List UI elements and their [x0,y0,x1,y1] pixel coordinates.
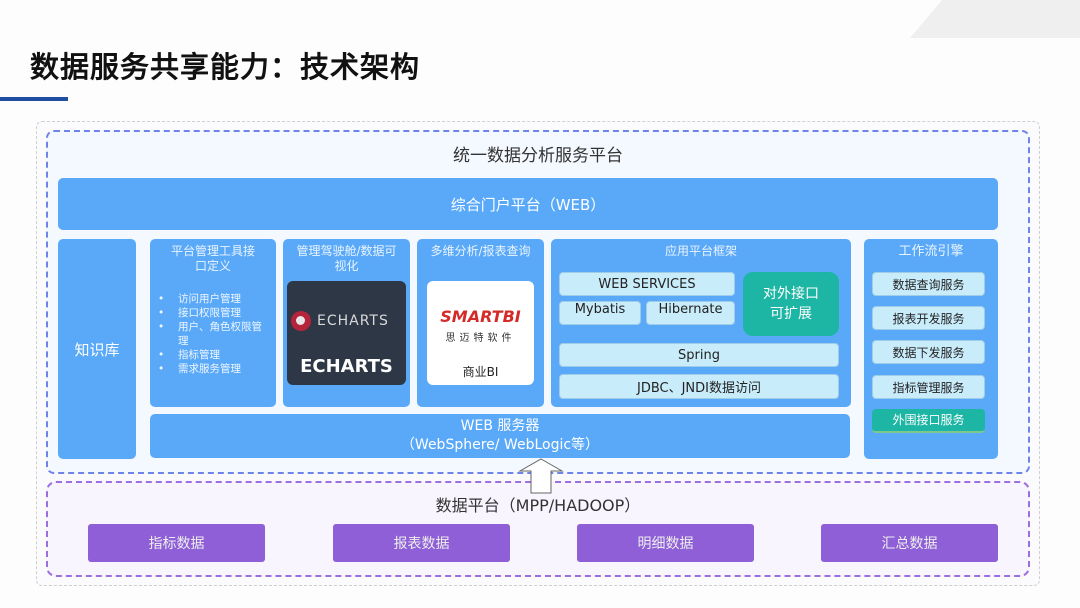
title-underline [0,97,68,101]
echarts-card: ECHARTS ECHARTS [287,281,406,385]
workflow-item: 指标管理服务 [872,375,985,399]
workflow-item-highlighted: 外围接口服务 [872,409,985,433]
list-item: 指标管理 [158,348,266,362]
analysis-heading: 多维分析/报表查询 [430,244,531,258]
portal-platform: 综合门户平台（WEB） [58,178,998,230]
up-arrow-icon [518,458,564,494]
knowledge-base: 知识库 [58,239,136,459]
list-item: 用户、角色权限管理 [158,320,266,348]
extensible-interface-box: 对外接口可扩展 [743,272,839,336]
app-framework-panel: 应用平台框架 WEB SERVICES Mybatis Hibernate 对外… [551,239,851,407]
platform-tools-panel: 平台管理工具接口定义 访问用户管理 接口权限管理 用户、角色权限管理 指标管理 … [150,239,276,407]
echarts-logo: ECHARTS [291,311,389,331]
spring-box: Spring [559,343,839,367]
page-title: 数据服务共享能力：技术架构 [30,50,421,84]
list-item: 接口权限管理 [158,306,266,320]
workflow-item: 数据下发服务 [872,340,985,364]
app-framework-heading: 应用平台框架 [664,244,737,258]
smartbi-label: 商业BI [462,365,499,379]
list-item: 需求服务管理 [158,362,266,376]
data-item: 报表数据 [333,524,510,562]
data-item: 指标数据 [88,524,265,562]
smartbi-subtitle: 思迈特软件 [445,333,516,344]
tools-list: 访问用户管理 接口权限管理 用户、角色权限管理 指标管理 需求服务管理 [150,292,276,376]
workflow-item: 数据查询服务 [872,272,985,296]
tools-heading: 平台管理工具接口定义 [170,244,255,273]
analysis-panel: 多维分析/报表查询 SMARTBI 思迈特软件 商业BI [417,239,544,407]
corner-decoration [910,0,1080,38]
workflow-heading: 工作流引擎 [898,244,964,259]
echarts-logo-text: ECHARTS [317,313,389,329]
smartbi-card: SMARTBI 思迈特软件 商业BI [427,281,534,385]
cockpit-heading: 管理驾驶舱/数据可视化 [296,244,397,273]
analysis-platform-title: 统一数据分析服务平台 [453,146,623,166]
jdbc-box: JDBC、JNDI数据访问 [559,374,839,399]
hibernate-box: Hibernate [646,301,735,325]
data-platform-title: 数据平台（MPP/HADOOP） [435,496,641,515]
data-item: 汇总数据 [821,524,998,562]
workflow-item: 报表开发服务 [872,306,985,330]
web-services-box: WEB SERVICES [559,272,735,296]
smartbi-logo: SMARTBI [440,307,521,326]
web-server-box: WEB 服务器 （WebSphere/ WebLogic等） [150,414,850,458]
web-server-title: WEB 服务器 [460,418,540,434]
echarts-logo-icon [291,311,311,331]
web-server-subtitle: （WebSphere/ WebLogic等） [400,437,600,453]
mybatis-box: Mybatis [559,301,641,325]
cockpit-panel: 管理驾驶舱/数据可视化 ECHARTS ECHARTS [283,239,410,407]
echarts-label: ECHARTS [300,356,393,377]
data-item: 明细数据 [577,524,754,562]
list-item: 访问用户管理 [158,292,266,306]
workflow-panel: 工作流引擎 数据查询服务 报表开发服务 数据下发服务 指标管理服务 外围接口服务 [864,239,998,459]
